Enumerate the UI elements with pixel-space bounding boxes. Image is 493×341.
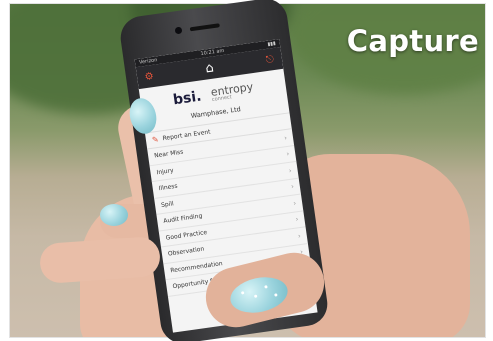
nail-sparkle bbox=[253, 294, 258, 298]
chevron-right-icon: › bbox=[297, 231, 302, 241]
home-icon[interactable]: ⌂ bbox=[203, 60, 217, 76]
nail-sparkle bbox=[240, 291, 245, 295]
settings-icon[interactable]: ⚙ bbox=[142, 70, 156, 84]
list-item-label: Injury bbox=[156, 166, 174, 177]
bsi-logo: bsi. bbox=[172, 88, 203, 109]
fingernail bbox=[100, 204, 128, 226]
entropy-logo: entropy connect bbox=[210, 80, 254, 103]
chevron-right-icon: › bbox=[285, 150, 290, 159]
battery-icon: ▮▮▮ bbox=[267, 40, 277, 48]
nail-sparkle bbox=[264, 285, 268, 289]
list-item-label: Illness bbox=[158, 182, 179, 193]
list-item-label: Good Practice bbox=[165, 228, 208, 242]
chevron-right-icon: › bbox=[292, 199, 297, 208]
list-item-label: Audit Finding bbox=[162, 212, 203, 226]
left-middle-finger bbox=[38, 235, 162, 285]
nail-sparkle bbox=[274, 293, 278, 297]
chevron-right-icon: › bbox=[288, 166, 293, 175]
list-item-label: Recommendation bbox=[169, 259, 224, 275]
list-item-label: Observation bbox=[167, 245, 205, 258]
list-item-label: Near Miss bbox=[153, 148, 184, 160]
report-event-label: Report an Event bbox=[162, 128, 212, 143]
scene: Verizon 10:21 am ▮▮▮ ⚙ ⌂ ⎋ bsi. entropy … bbox=[0, 0, 493, 341]
edit-icon: ✎ bbox=[151, 134, 160, 145]
chevron-right-icon: › bbox=[295, 215, 300, 224]
logout-icon[interactable]: ⎋ bbox=[263, 53, 277, 67]
caption-title: Capture bbox=[346, 24, 479, 58]
chevron-right-icon: › bbox=[283, 133, 288, 143]
list-item-label: Spill bbox=[160, 200, 175, 209]
chevron-right-icon: › bbox=[290, 182, 295, 192]
